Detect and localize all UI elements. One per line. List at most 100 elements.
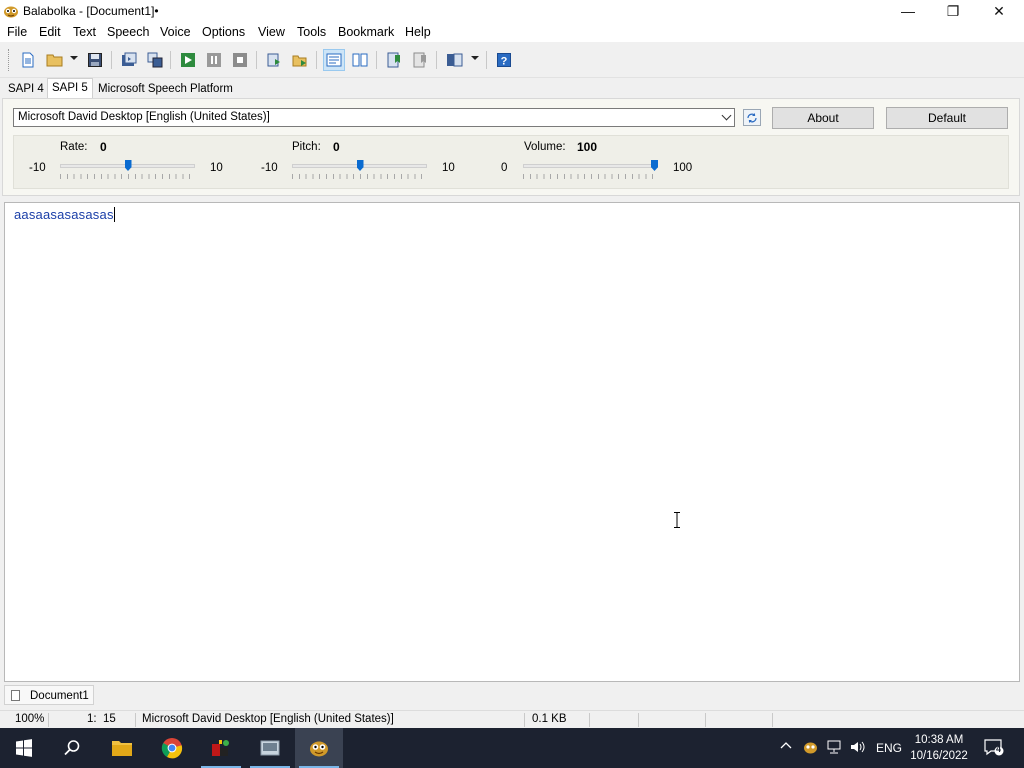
notification-count: 4 <box>996 744 1002 754</box>
split-view-icon[interactable] <box>349 49 371 71</box>
status-bar: 100% 1: 15 Microsoft David Desktop [Engl… <box>0 710 1024 729</box>
volume-slider-thumb[interactable] <box>651 160 658 171</box>
menu-edit[interactable]: Edit <box>39 25 61 39</box>
menu-view[interactable]: View <box>258 25 285 39</box>
pitch-max: 10 <box>442 162 455 174</box>
maximize-button[interactable]: ❐ <box>930 0 976 22</box>
text-editor[interactable]: aasaasasasasas <box>4 202 1020 682</box>
menu-help[interactable]: Help <box>405 25 431 39</box>
menu-text[interactable]: Text <box>73 25 96 39</box>
rate-max: 10 <box>210 162 223 174</box>
menu-file[interactable]: File <box>7 25 27 39</box>
read-clipboard-files-icon[interactable] <box>289 49 311 71</box>
rate-value: 0 <box>100 140 107 154</box>
volume-ticks <box>523 174 658 179</box>
document-tab-label: Document1 <box>30 690 89 702</box>
notifications-button[interactable]: 4 <box>984 738 1004 756</box>
pitch-ticks <box>292 174 427 179</box>
about-button[interactable]: About <box>772 107 874 129</box>
toolbar-grip[interactable] <box>8 49 12 71</box>
dictionary-icon[interactable] <box>444 49 466 71</box>
language-indicator[interactable]: ENG <box>876 741 902 757</box>
status-zoom: 100% <box>15 713 45 725</box>
open-dropdown-icon[interactable] <box>70 56 78 60</box>
voice-sliders: Rate: 0 -10 10 Pitch: 0 -10 10 Volume: 1… <box>13 135 1009 189</box>
read-clipboard-icon[interactable] <box>263 49 285 71</box>
text-caret <box>113 207 115 222</box>
tab-sapi5[interactable]: SAPI 5 <box>47 78 93 99</box>
status-cursor-position: 1: 15 <box>87 713 116 725</box>
app-icon-2[interactable] <box>246 728 294 768</box>
refresh-voices-button[interactable] <box>743 109 761 126</box>
active-view-icon[interactable] <box>323 49 345 71</box>
play-icon[interactable] <box>177 49 199 71</box>
app-icon[interactable] <box>197 728 245 768</box>
toolbar: ? <box>0 43 1024 78</box>
minimize-button[interactable]: — <box>885 0 931 22</box>
voice-dropdown[interactable]: Microsoft David Desktop [English (United… <box>13 108 735 127</box>
taskbar: ENG 10:38 AM 10/16/2022 4 <box>0 728 1024 768</box>
pause-icon[interactable] <box>203 49 225 71</box>
pitch-slider-thumb[interactable] <box>356 160 364 171</box>
tab-sapi4[interactable]: SAPI 4 <box>4 80 48 98</box>
chevron-down-icon <box>721 110 732 121</box>
balabolka-icon[interactable] <box>295 728 343 768</box>
volume-max: 100 <box>673 162 693 174</box>
rate-min: -10 <box>29 162 46 174</box>
pitch-min: -10 <box>261 162 278 174</box>
clock-time: 10:38 AM <box>914 734 964 746</box>
dictionary-dropdown-icon[interactable] <box>471 56 479 60</box>
stop-icon[interactable] <box>229 49 251 71</box>
balabolka-app-icon <box>4 6 18 18</box>
svg-text:?: ? <box>501 56 508 68</box>
rate-ticks <box>60 174 195 179</box>
status-voice: Microsoft David Desktop [English (United… <box>142 713 394 725</box>
menu-tools[interactable]: Tools <box>297 25 326 39</box>
tray-overflow-icon[interactable] <box>780 740 792 756</box>
voice-panel: Microsoft David Desktop [English (United… <box>2 98 1020 196</box>
status-size: 0.1 KB <box>532 713 567 725</box>
file-explorer-icon[interactable] <box>98 728 146 768</box>
pitch-value: 0 <box>333 140 340 154</box>
batch-convert-icon[interactable] <box>144 49 166 71</box>
balabolka-tray-icon[interactable] <box>803 740 818 756</box>
default-button[interactable]: Default <box>886 107 1008 129</box>
next-bookmark-icon[interactable] <box>409 49 431 71</box>
window-title: Balabolka - [Document1]• <box>23 4 159 18</box>
clock[interactable]: 10:38 AM 10/16/2022 <box>906 732 972 764</box>
rate-slider-thumb[interactable] <box>124 160 132 171</box>
menu-speech[interactable]: Speech <box>107 25 149 39</box>
tab-microsoft-speech-platform[interactable]: Microsoft Speech Platform <box>94 80 237 98</box>
menu-voice[interactable]: Voice <box>160 25 191 39</box>
network-icon[interactable] <box>826 740 842 756</box>
ibeam-cursor-icon <box>674 512 680 528</box>
clock-date: 10/16/2022 <box>910 750 968 762</box>
editor-content[interactable]: aasaasasasasas <box>14 207 115 222</box>
voice-dropdown-value: Microsoft David Desktop [English (United… <box>18 111 270 123</box>
editor-text: aasaasasasasas <box>14 207 114 222</box>
menu-bar: File Edit Text Speech Voice Options View… <box>0 22 1024 42</box>
tab-document1[interactable]: Document1 <box>4 685 94 705</box>
new-document-icon[interactable] <box>17 49 39 71</box>
close-button[interactable]: ✕ <box>976 0 1022 22</box>
volume-icon[interactable] <box>850 740 866 756</box>
chrome-icon[interactable] <box>148 728 196 768</box>
refresh-icon <box>747 112 757 123</box>
volume-value: 100 <box>577 140 598 154</box>
help-icon[interactable]: ? <box>493 49 515 71</box>
menu-options[interactable]: Options <box>202 25 245 39</box>
save-audio-icon[interactable] <box>118 49 140 71</box>
title-bar: Balabolka - [Document1]• — ❐ ✕ <box>0 0 1024 22</box>
open-file-icon[interactable] <box>44 49 66 71</box>
menu-bookmark[interactable]: Bookmark <box>338 25 394 39</box>
volume-label: Volume: <box>524 141 566 153</box>
document-icon <box>11 690 20 701</box>
volume-min: 0 <box>501 162 508 174</box>
search-icon[interactable] <box>48 728 96 768</box>
previous-bookmark-icon[interactable] <box>383 49 405 71</box>
pitch-label: Pitch: <box>292 141 321 153</box>
save-icon[interactable] <box>84 49 106 71</box>
document-tabs: Document1 <box>0 684 1024 706</box>
start-icon[interactable] <box>0 728 48 768</box>
volume-slider[interactable] <box>523 164 658 168</box>
